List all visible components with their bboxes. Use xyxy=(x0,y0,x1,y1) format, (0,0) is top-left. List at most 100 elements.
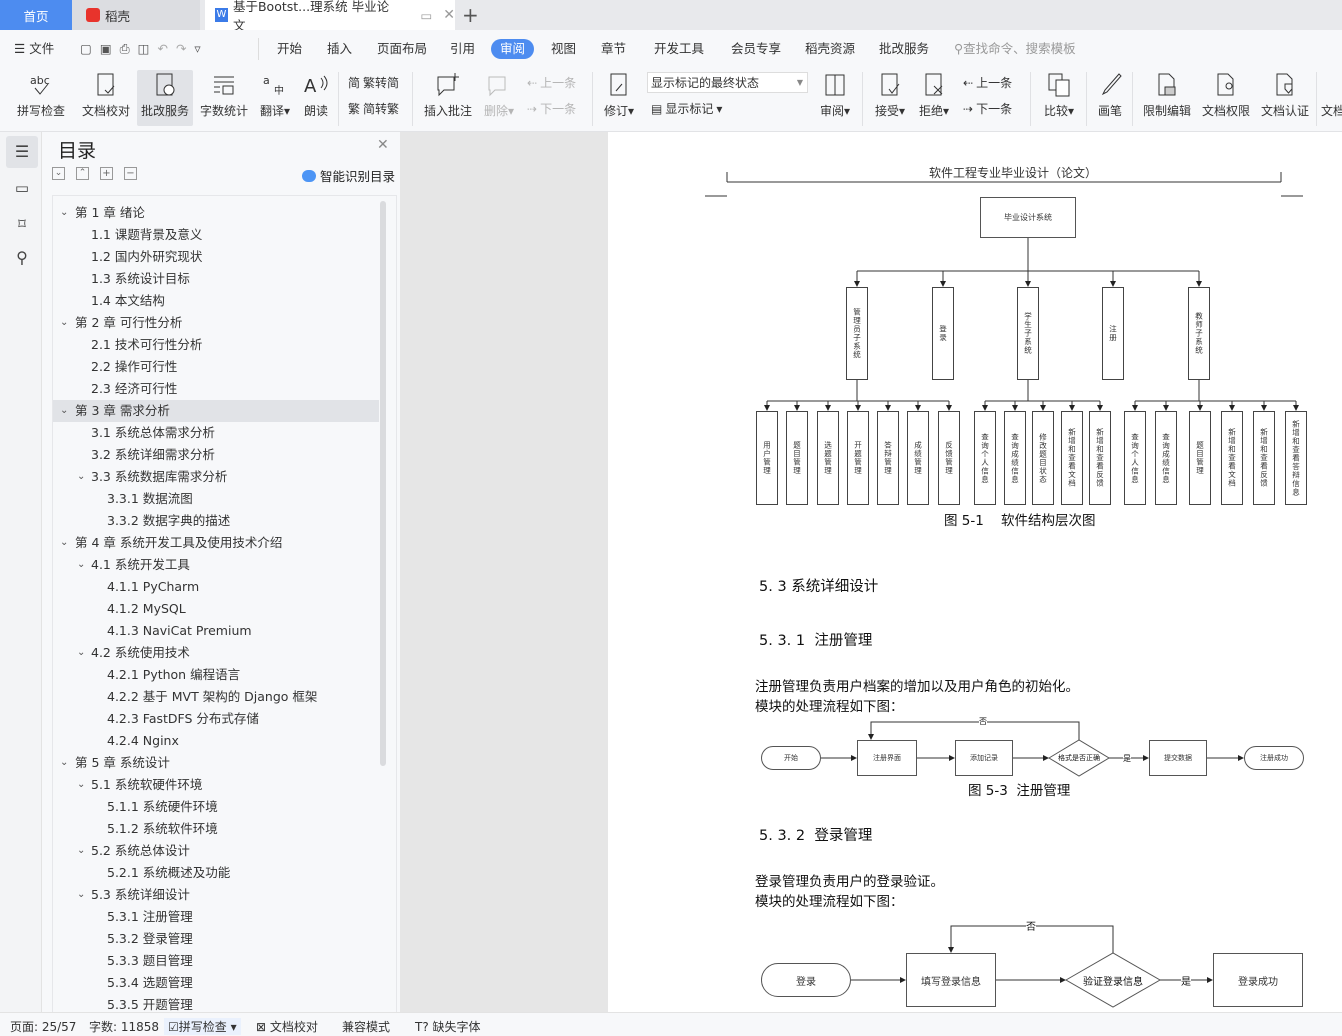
revise-button[interactable]: 修订▾ xyxy=(601,70,637,126)
chevron-down-icon[interactable]: ⌄ xyxy=(77,642,85,664)
toc-item[interactable]: 1.3 系统设计目标 xyxy=(53,268,379,290)
next-change-button[interactable]: ⇢ 下一条 xyxy=(963,100,1012,117)
doc-more-button[interactable]: 文档 xyxy=(1321,70,1342,126)
toc-item[interactable]: 4.1.3 NaviCat Premium xyxy=(53,620,379,642)
expand-down-icon[interactable]: ⌄ xyxy=(52,167,65,180)
command-search[interactable]: ⚲查找命令、搜索模板 xyxy=(954,39,1076,59)
smart-toc-button[interactable]: 智能识别目录 xyxy=(302,166,395,185)
word-count-button[interactable]: 字数统计 xyxy=(200,70,248,126)
spell-check-status[interactable]: ☑拼写检查 ▾ xyxy=(164,1018,241,1035)
markup-mode-select[interactable]: 显示标记的最终状态 ▼ xyxy=(647,72,808,93)
chevron-down-icon[interactable]: ⌄ xyxy=(60,532,68,554)
word-count[interactable]: 字数: 11858 xyxy=(89,1018,159,1035)
toc-item[interactable]: 1.2 国内外研究现状 xyxy=(53,246,379,268)
menu-start[interactable]: 开始 xyxy=(277,39,302,59)
close-icon[interactable]: ✕ xyxy=(377,137,389,153)
export-icon[interactable]: ▣ xyxy=(100,41,120,56)
simp-to-trad-button[interactable]: 繁简转繁 xyxy=(348,100,399,117)
toc-item[interactable]: 5.1.1 系统硬件环境 xyxy=(53,796,379,818)
missing-font-button[interactable]: T? 缺失字体 xyxy=(415,1018,481,1035)
tab-document[interactable]: W 基于Bootst...理系统 毕业论文 ▭ ✕ xyxy=(205,0,455,33)
review-pane-button[interactable]: 审阅▾ xyxy=(817,70,853,126)
doc-proofread-button[interactable]: 文档校对 xyxy=(82,70,130,126)
menu-view[interactable]: 视图 xyxy=(551,39,576,59)
chevron-down-icon[interactable]: ⌄ xyxy=(77,554,85,576)
document-page[interactable]: 软件工程专业毕业设计（论文） 毕业设计系统 管理员子系统 登录 学生子系统 注册 教师子系… xyxy=(608,132,1342,1012)
prev-comment-button[interactable]: ⇠ 上一条 xyxy=(527,74,576,91)
toc-item[interactable]: ⌄ 第 3 章 需求分析 xyxy=(53,400,379,422)
prev-change-button[interactable]: ⇠ 上一条 xyxy=(963,74,1012,91)
compare-button[interactable]: 比较▾ xyxy=(1041,70,1077,126)
toc-item[interactable]: ⌄ 第 5 章 系统设计 xyxy=(53,752,379,774)
toc-item[interactable]: 5.3.4 选题管理 xyxy=(53,972,379,994)
toc-item[interactable]: ⌄ 5.3 系统详细设计 xyxy=(53,884,379,906)
undo-icon[interactable]: ↶ xyxy=(157,41,175,56)
chevron-down-icon[interactable]: ⌄ xyxy=(77,466,85,488)
restrict-edit-button[interactable]: 限制编辑 xyxy=(1142,70,1192,126)
menu-insert[interactable]: 插入 xyxy=(327,39,352,59)
menu-developer[interactable]: 开发工具 xyxy=(654,39,704,59)
toc-scrollbar[interactable] xyxy=(380,201,386,766)
toc-item[interactable]: 4.2.1 Python 编程语言 xyxy=(53,664,379,686)
search-icon[interactable]: ⚲ xyxy=(6,242,38,274)
pin-icon[interactable]: ▭ xyxy=(420,8,432,23)
proofread-status[interactable]: ⊠ 文档校对 xyxy=(256,1018,318,1035)
toc-item[interactable]: 4.1.1 PyCharm xyxy=(53,576,379,598)
toc-item[interactable]: 1.4 本文结构 xyxy=(53,290,379,312)
file-menu[interactable]: ☰ 文件 xyxy=(14,39,54,59)
toc-item[interactable]: 2.2 操作可行性 xyxy=(53,356,379,378)
toc-item[interactable]: 3.2 系统详细需求分析 xyxy=(53,444,379,466)
menu-chapter[interactable]: 章节 xyxy=(601,39,626,59)
spell-check-button[interactable]: abc 拼写检查 xyxy=(12,70,70,126)
reject-button[interactable]: 拒绝▾ xyxy=(916,70,952,126)
chapter-nav-icon[interactable]: ▭ xyxy=(6,172,38,204)
toc-item[interactable]: ⌄ 4.2 系统使用技术 xyxy=(53,642,379,664)
redo-icon[interactable]: ↷ xyxy=(176,41,194,56)
chevron-down-icon[interactable]: ⌄ xyxy=(60,312,68,334)
next-comment-button[interactable]: ⇢ 下一条 xyxy=(527,100,576,117)
toc-item[interactable]: ⌄ 5.1 系统软硬件环境 xyxy=(53,774,379,796)
toc-item[interactable]: ⌄ 5.2 系统总体设计 xyxy=(53,840,379,862)
customize-icon[interactable]: ▿ xyxy=(194,41,208,56)
toc-item[interactable]: 5.3.1 注册管理 xyxy=(53,906,379,928)
menu-review[interactable]: 审阅 xyxy=(491,39,535,59)
chevron-down-icon[interactable]: ⌄ xyxy=(60,400,68,422)
new-tab-button[interactable]: + xyxy=(462,0,482,30)
chevron-down-icon[interactable]: ⌄ xyxy=(60,202,68,224)
collapse-up-icon[interactable]: ⌃ xyxy=(76,167,89,180)
insert-comment-button[interactable]: 插入批注 xyxy=(422,70,474,126)
toc-item[interactable]: ⌄ 第 4 章 系统开发工具及使用技术介绍 xyxy=(53,532,379,554)
delete-comment-button[interactable]: 删除▾ xyxy=(482,70,516,126)
menu-docer-resources[interactable]: 稻壳资源 xyxy=(805,39,855,59)
chevron-down-icon[interactable]: ⌄ xyxy=(77,774,85,796)
tab-home[interactable]: 首页 xyxy=(0,0,72,30)
show-markup-button[interactable]: ▤ 显示标记 ▾ xyxy=(651,100,722,117)
menu-member[interactable]: 会员专享 xyxy=(731,39,781,59)
chevron-down-icon[interactable]: ⌄ xyxy=(60,752,68,774)
toc-item[interactable]: 3.3.2 数据字典的描述 xyxy=(53,510,379,532)
print-preview-icon[interactable]: ◫ xyxy=(138,41,158,56)
doc-cert-button[interactable]: 文档认证 xyxy=(1260,70,1310,126)
toc-item[interactable]: ⌄ 第 1 章 绪论 xyxy=(53,202,379,224)
toc-item[interactable]: 4.2.4 Nginx xyxy=(53,730,379,752)
chevron-down-icon[interactable]: ⌄ xyxy=(77,884,85,906)
toc-item[interactable]: 2.1 技术可行性分析 xyxy=(53,334,379,356)
toc-item[interactable]: ⌄ 第 2 章 可行性分析 xyxy=(53,312,379,334)
menu-correction[interactable]: 批改服务 xyxy=(879,39,929,59)
page-count[interactable]: 页面: 25/57 xyxy=(10,1018,76,1035)
doc-permission-button[interactable]: 文档权限 xyxy=(1201,70,1251,126)
toc-item[interactable]: ⌄ 3.3 系统数据库需求分析 xyxy=(53,466,379,488)
menu-page-layout[interactable]: 页面布局 xyxy=(377,39,427,59)
save-icon[interactable]: ▢ xyxy=(80,41,100,56)
bookmark-icon[interactable]: ⌑ xyxy=(6,208,38,240)
toc-item[interactable]: 5.3.3 题目管理 xyxy=(53,950,379,972)
pen-button[interactable]: 画笔 xyxy=(1096,70,1124,126)
read-aloud-button[interactable]: A 朗读 xyxy=(302,70,330,126)
trad-to-simp-button[interactable]: 简繁转简 xyxy=(348,74,399,91)
toc-icon[interactable]: ☰ xyxy=(6,136,38,168)
tab-docer[interactable]: 稻壳 xyxy=(72,0,200,30)
toc-item[interactable]: 5.1.2 系统软件环境 xyxy=(53,818,379,840)
print-icon[interactable]: ⎙ xyxy=(120,41,138,56)
translate-button[interactable]: a 中翻译▾ xyxy=(258,70,292,126)
correction-service-button[interactable]: 批改服务 xyxy=(137,70,193,126)
